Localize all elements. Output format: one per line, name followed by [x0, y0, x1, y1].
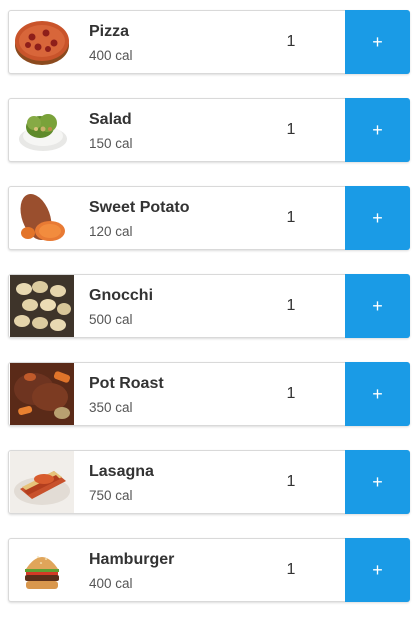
quantity-value: 1	[286, 473, 296, 490]
pizza-image	[10, 11, 74, 73]
salad-image	[10, 99, 74, 161]
food-name: Salad	[89, 111, 132, 128]
gnocchi-image	[10, 275, 74, 337]
lasagna-image	[10, 451, 74, 513]
add-button[interactable]: +	[345, 450, 410, 514]
add-button[interactable]: +	[345, 362, 410, 426]
food-calories: 350 cal	[89, 400, 133, 415]
hamburger-image	[10, 539, 74, 601]
quantity-value: 1	[286, 209, 296, 226]
food-calories: 150 cal	[89, 136, 133, 151]
food-calories: 400 cal	[89, 576, 133, 591]
food-name: Pizza	[89, 23, 130, 40]
food-item-salad: Salad 150 cal 1 +	[8, 98, 410, 162]
food-item-lasagna: Lasagna 750 cal 1 +	[8, 450, 410, 514]
add-button[interactable]: +	[345, 10, 410, 74]
food-name: Pot Roast	[89, 375, 164, 392]
pot-roast-image	[10, 363, 74, 425]
food-list: Pizza 400 cal 1 + Salad 150 cal 1 + Swee…	[8, 10, 410, 626]
quantity-value: 1	[286, 33, 296, 50]
food-calories: 750 cal	[89, 488, 133, 503]
food-name: Lasagna	[89, 463, 154, 480]
add-button[interactable]: +	[345, 274, 410, 338]
food-item-sweet-potato: Sweet Potato 120 cal 1 +	[8, 186, 410, 250]
quantity-value: 1	[286, 561, 296, 578]
quantity-value: 1	[286, 297, 296, 314]
add-button[interactable]: +	[345, 98, 410, 162]
food-name: Gnocchi	[89, 287, 154, 304]
food-item-hamburger: Hamburger 400 cal 1 +	[8, 538, 410, 602]
food-item-pizza: Pizza 400 cal 1 +	[8, 10, 410, 74]
add-button[interactable]: +	[345, 538, 410, 602]
food-calories: 500 cal	[89, 312, 133, 327]
add-button[interactable]: +	[345, 186, 410, 250]
food-calories: 120 cal	[89, 224, 133, 239]
food-calories: 400 cal	[89, 48, 133, 63]
food-item-gnocchi: Gnocchi 500 cal 1 +	[8, 274, 410, 338]
quantity-value: 1	[286, 385, 296, 402]
food-name: Hamburger	[89, 551, 175, 568]
food-item-pot-roast: Pot Roast 350 cal 1 +	[8, 362, 410, 426]
quantity-value: 1	[286, 121, 296, 138]
food-name: Sweet Potato	[89, 199, 190, 216]
sweet-potato-image	[10, 187, 74, 249]
